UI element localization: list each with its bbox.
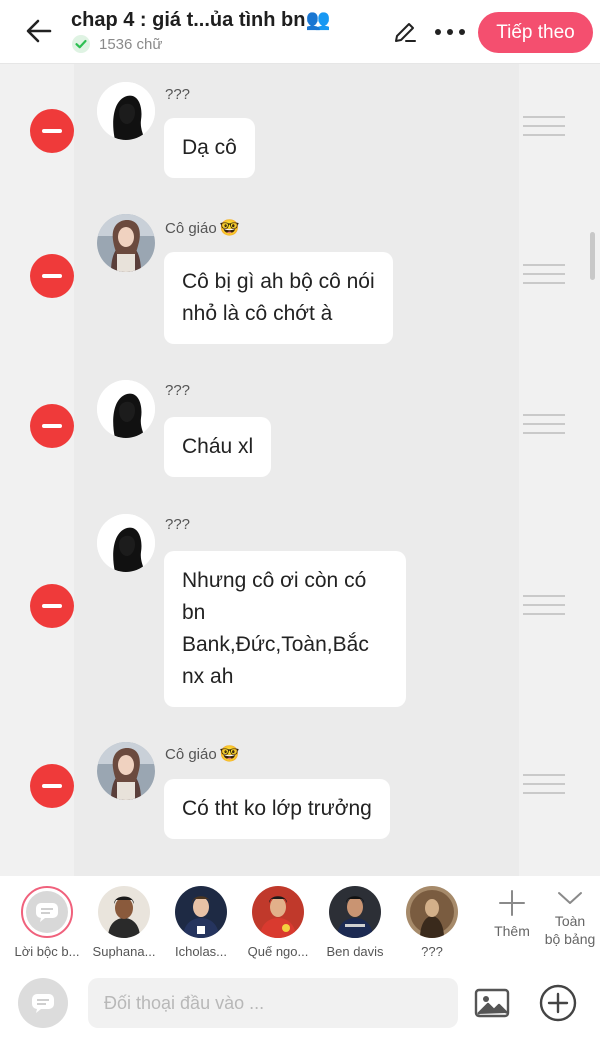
drag-handle-icon[interactable]	[523, 116, 565, 138]
scrollbar[interactable]	[590, 232, 595, 280]
message-bubble[interactable]: Có tht ko lớp trưởng	[164, 779, 390, 839]
message-line: bn	[182, 601, 206, 624]
speaker-name: ???	[165, 382, 193, 399]
character-avatar	[252, 886, 304, 938]
message-line: Nhưng cô ơi còn có	[182, 569, 367, 592]
check-circle-icon	[72, 35, 90, 53]
message-line: nhỏ là cô chớt à	[182, 302, 333, 325]
character-label: Lời bộc b...	[14, 944, 80, 959]
chapter-title[interactable]: chap 4 : giá t...ủa tình bn👥	[71, 6, 371, 34]
speaker-name-text: Cô giáo	[165, 745, 217, 763]
character-label: Icholas...	[174, 944, 228, 959]
avatar-silhouette[interactable]	[97, 380, 155, 438]
drag-handle-icon[interactable]	[523, 595, 565, 617]
character-avatar	[175, 886, 227, 938]
message-bubble[interactable]: Dạ cô	[164, 118, 255, 178]
show-all-label: Toàn	[554, 913, 586, 929]
character-avatar	[329, 886, 381, 938]
message-line: nx ah	[182, 665, 234, 688]
character-item[interactable]: ???	[392, 886, 472, 959]
character-picker: Lời bộc b... Suphana... Icholas... Quế n…	[0, 876, 600, 968]
show-all-label: bộ bảng	[544, 931, 596, 947]
input-bar	[0, 968, 600, 1038]
speaker-name-text: ???	[165, 382, 191, 399]
narration-toggle-button[interactable]	[18, 978, 68, 1028]
message-bubble[interactable]: Cô bị gì ah bộ cô nói nhỏ là cô chớt à	[164, 252, 393, 344]
character-item[interactable]: Suphana...	[84, 886, 164, 959]
avatar-teacher[interactable]	[97, 214, 155, 272]
character-avatar	[98, 886, 150, 938]
speaker-emoji: 🤓	[219, 220, 240, 237]
add-character-label: Thêm	[494, 923, 530, 939]
chevron-down-icon	[558, 892, 582, 904]
message-line: Cô bị gì ah bộ cô nói	[182, 270, 375, 293]
delete-message-button[interactable]	[30, 584, 74, 628]
delete-message-button[interactable]	[30, 764, 74, 808]
character-label: Quế ngo...	[247, 944, 309, 959]
character-label: Ben davis	[326, 944, 384, 959]
add-circle-icon[interactable]	[538, 983, 578, 1023]
character-item[interactable]: Quế ngo...	[238, 886, 318, 959]
back-arrow-icon[interactable]	[22, 14, 56, 48]
narrator-icon	[21, 886, 73, 938]
delete-message-button[interactable]	[30, 109, 74, 153]
message-line: Cháu xl	[182, 435, 254, 458]
message-bubble[interactable]: Cháu xl	[164, 417, 272, 477]
title-emoji: 👥	[305, 9, 331, 31]
speaker-name: Cô giáo 🤓	[165, 744, 240, 764]
character-item[interactable]: Icholas...	[161, 886, 241, 959]
dialogue-input[interactable]	[88, 978, 458, 1028]
word-count: 1536 chữ	[99, 35, 163, 53]
character-item[interactable]: Ben davis	[315, 886, 395, 959]
speaker-name: Cô giáo 🤓	[165, 218, 240, 238]
character-label: ???	[421, 944, 443, 959]
drag-handle-icon[interactable]	[523, 774, 565, 796]
speaker-name-text: Cô giáo	[165, 219, 217, 237]
edit-pencil-icon[interactable]	[392, 19, 418, 45]
speaker-emoji: 🤓	[219, 746, 240, 763]
drag-handle-icon[interactable]	[523, 414, 565, 436]
top-bar: chap 4 : giá t...ủa tình bn👥 1536 chữ Ti…	[0, 0, 600, 64]
next-chapter-button[interactable]: Tiếp theo	[478, 12, 593, 53]
speaker-name-text: ???	[165, 86, 191, 103]
avatar-silhouette[interactable]	[97, 514, 155, 572]
avatar-silhouette[interactable]	[97, 82, 155, 140]
word-count-row: 1536 chữ	[71, 34, 371, 54]
speech-bubble-icon	[32, 994, 54, 1013]
delete-message-button[interactable]	[30, 404, 74, 448]
show-all-button[interactable]: Toàn bộ bảng	[540, 888, 600, 948]
speaker-name: ???	[165, 516, 193, 533]
chapter-title-text: chap 4 : giá t...ủa tình bn	[71, 9, 306, 31]
message-line: Bank,Đức,Toàn,Bắc	[182, 633, 369, 656]
message-line: Có tht ko lớp trưởng	[182, 797, 372, 820]
more-options-icon[interactable]	[433, 20, 467, 44]
image-icon[interactable]	[474, 988, 510, 1018]
character-narrator[interactable]: Lời bộc b...	[7, 886, 87, 959]
plus-icon	[499, 890, 525, 916]
speaker-name: ???	[165, 86, 193, 103]
chapter-title-block: chap 4 : giá t...ủa tình bn👥 1536 chữ	[71, 6, 371, 54]
dialogue-editor[interactable]: ??? Dạ cô Cô giáo 🤓 Cô bị gì ah bộ cô nói…	[0, 64, 600, 876]
add-character-button[interactable]: Thêm	[482, 888, 542, 940]
drag-handle-icon[interactable]	[523, 264, 565, 286]
message-line: Dạ cô	[182, 136, 237, 159]
character-label: Suphana...	[92, 944, 156, 959]
delete-message-button[interactable]	[30, 254, 74, 298]
avatar-teacher[interactable]	[97, 742, 155, 800]
message-bubble[interactable]: Nhưng cô ơi còn có bn Bank,Đức,Toàn,Bắc …	[164, 551, 406, 707]
speaker-name-text: ???	[165, 516, 191, 533]
character-avatar	[406, 886, 458, 938]
